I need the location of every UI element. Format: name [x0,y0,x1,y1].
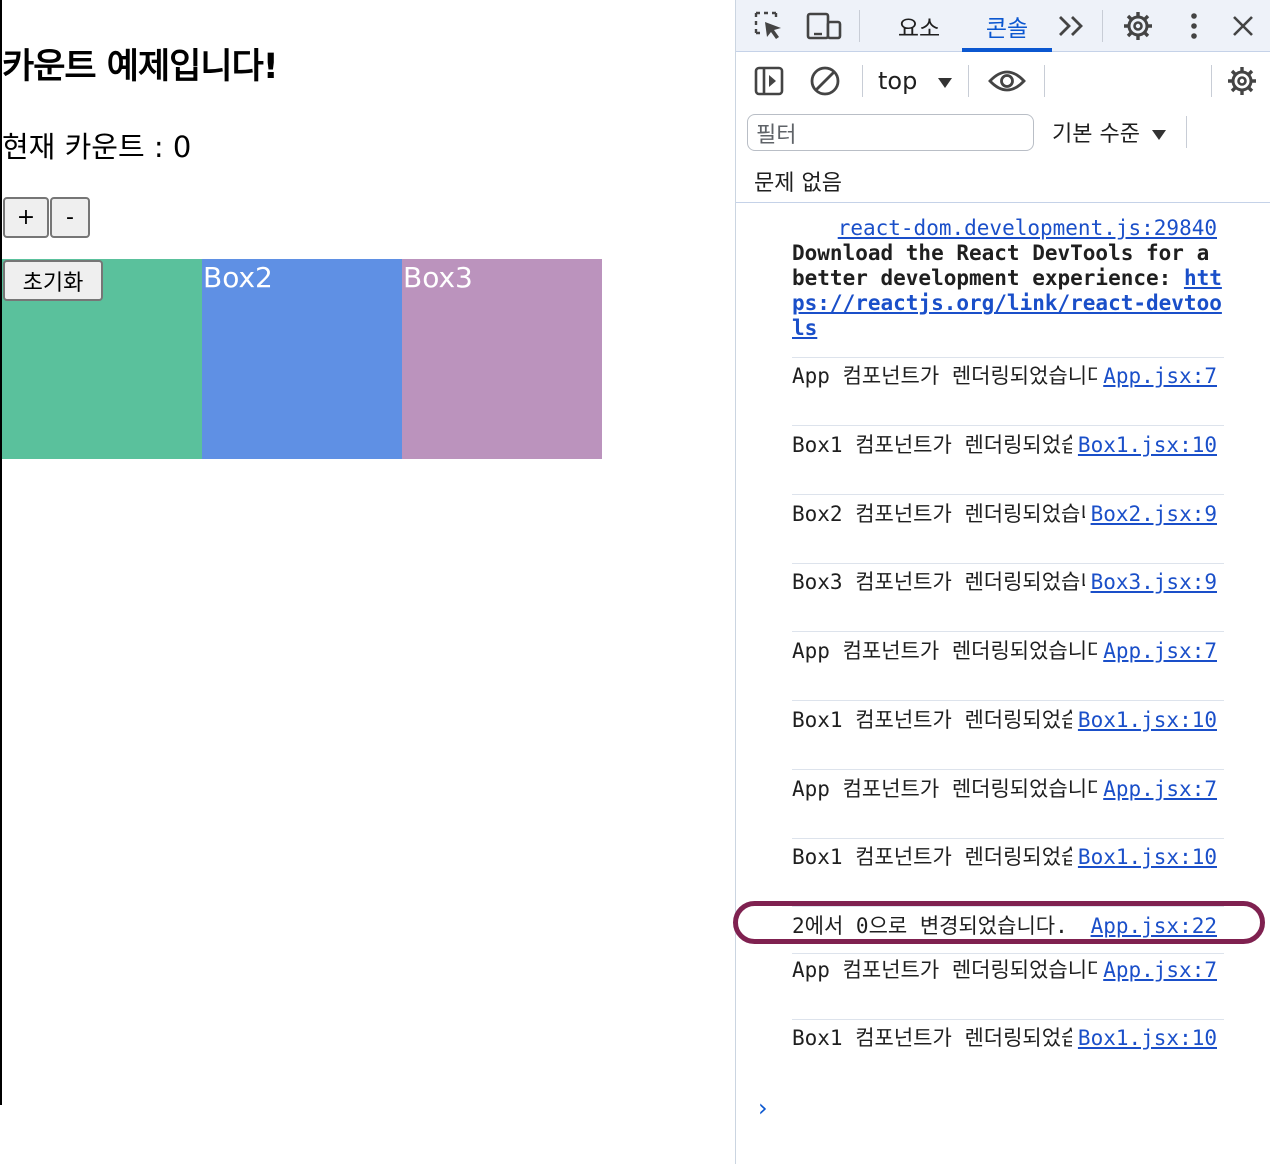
reset-button[interactable]: 초기화 [3,260,103,301]
log-levels-dropdown[interactable]: 기본 수준 [1052,116,1167,148]
devtools-panel: 요소 콘솔 top 필터 기본 수준 문제 없음 react-dom.devel… [733,0,1270,1164]
console-message: Box1 컴포넌트가 렌더링되었습니다! Box1.jsx:10 [792,1026,1224,1088]
source-link[interactable]: Box1.jsx:10 [1071,1026,1217,1051]
app-page: 카운트 예제입니다! 현재 카운트 : 0 + - Box2 Box3 초기화 [0,0,735,1164]
sidebar-toggle-icon[interactable] [750,53,788,108]
toolbar-divider [1102,10,1103,42]
console-message: App 컴포넌트가 렌더링되었습니다! App.jsx:7 [792,364,1224,426]
box3-label: Box3 [403,261,473,294]
tab-elements[interactable]: 요소 [882,0,956,52]
clear-console-icon[interactable] [806,53,844,108]
issues-status[interactable]: 문제 없음 [754,165,842,197]
toolbar-divider [968,65,969,97]
source-link[interactable]: react-dom.development.js:29840 [792,216,1224,241]
console-message: Box1 컴포넌트가 렌더링되었습니다! Box1.jsx:10 [792,708,1224,770]
source-link[interactable]: App.jsx:7 [1097,958,1217,983]
console-divider [736,202,1270,203]
console-message: App 컴포넌트가 렌더링되었습니다! App.jsx:7 [792,777,1224,839]
tab-console[interactable]: 콘솔 [962,0,1052,52]
decrement-button[interactable]: - [50,197,90,238]
log-text-part: Download the React DevTools for a better… [792,241,1222,290]
page-title: 카운트 예제입니다! [2,47,279,87]
more-tabs-icon[interactable] [1054,0,1088,52]
filter-input[interactable]: 필터 [747,114,1034,151]
console-message: App 컴포넌트가 렌더링되었습니다! App.jsx:7 [792,958,1224,1020]
highlight-annotation [733,901,1265,944]
toolbar-divider [862,65,863,97]
dropdown-arrow-icon [937,67,953,95]
console-message: react-dom.development.js:29840 Download … [792,216,1224,358]
device-toolbar-icon[interactable] [804,0,844,52]
more-options-icon[interactable] [1180,0,1208,52]
console-message: Box3 컴포넌트가 렌더링되었습니다! Box3.jsx:9 [792,570,1224,632]
close-icon[interactable] [1226,0,1260,52]
console-toolbar: top [736,53,1270,108]
devtools-tab-bar: 요소 콘솔 [736,0,1270,52]
live-expression-eye-icon[interactable] [986,53,1028,108]
tab-elements-label: 요소 [897,16,941,42]
console-prompt[interactable]: › [758,1094,768,1122]
console-message: Box1 컴포넌트가 렌더링되었습니다! Box1.jsx:10 [792,433,1224,495]
filter-row: 필터 기본 수준 [736,108,1270,156]
toolbar-divider [1044,65,1045,97]
active-tab-indicator [962,48,1052,52]
source-link[interactable]: Box2.jsx:9 [1084,502,1217,527]
inspect-element-icon[interactable] [750,0,788,52]
console-message: App 컴포넌트가 렌더링되었습니다! App.jsx:7 [792,639,1224,701]
log-levels-label: 기본 수준 [1052,122,1140,147]
log-text: Download the React DevTools for a better… [792,241,1224,341]
source-link[interactable]: Box1.jsx:10 [1071,845,1217,870]
box2-label: Box2 [203,261,273,294]
console-message: Box1 컴포넌트가 렌더링되었습니다! Box1.jsx:10 [792,845,1224,907]
source-link[interactable]: Box1.jsx:10 [1071,708,1217,733]
dropdown-arrow-icon [1151,122,1167,147]
context-selector[interactable]: top [878,53,953,108]
console-message: Box2 컴포넌트가 렌더링되었습니다! Box2.jsx:9 [792,502,1224,564]
context-label: top [878,66,918,95]
toolbar-divider [1186,116,1187,148]
toolbar-divider [1211,65,1212,97]
source-link[interactable]: Box1.jsx:10 [1071,433,1217,458]
source-link[interactable]: App.jsx:7 [1097,364,1217,389]
box2: Box2 [202,259,402,459]
source-link[interactable]: Box3.jsx:9 [1084,570,1217,595]
tab-console-label: 콘솔 [985,16,1029,42]
toolbar-divider [859,10,860,42]
source-link[interactable]: App.jsx:7 [1097,639,1217,664]
increment-button[interactable]: + [3,197,49,238]
box3: Box3 [402,259,602,459]
settings-gear-icon[interactable] [1120,0,1156,52]
count-display: 현재 카운트 : 0 [2,130,192,164]
source-link[interactable]: App.jsx:7 [1097,777,1217,802]
console-settings-gear-icon[interactable] [1224,53,1260,108]
